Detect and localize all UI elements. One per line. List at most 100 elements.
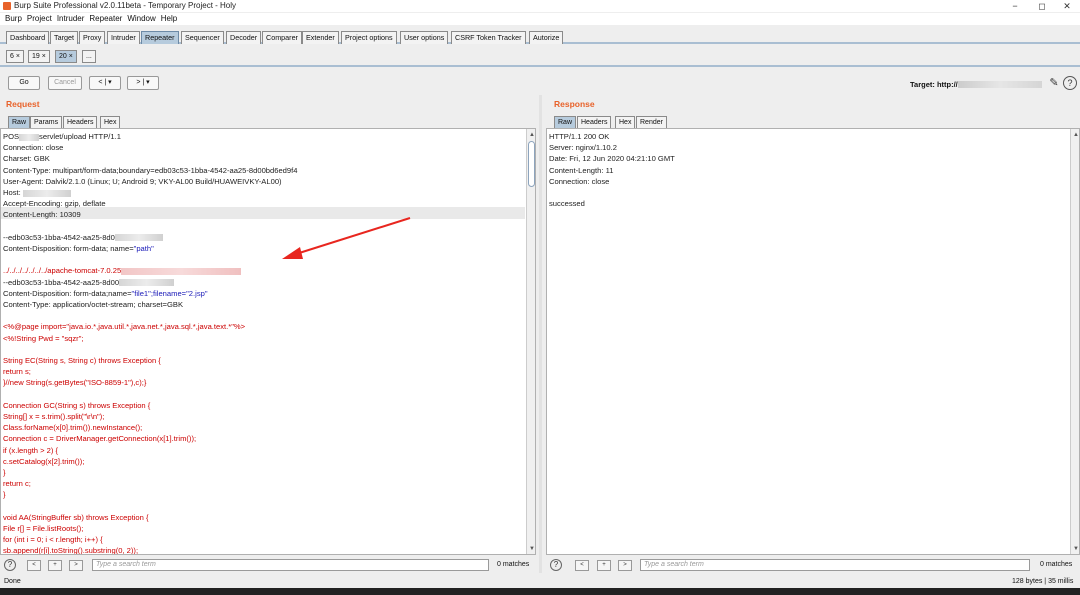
- request-editor[interactable]: POS servlet/upload HTTP/1.1 Connection: cl…: [0, 128, 536, 555]
- tab-decoder[interactable]: Decoder: [226, 31, 262, 44]
- request-line-text: Class.forName(x[0].trim()).newInstance()…: [3, 423, 143, 433]
- request-line-text: return s;: [3, 367, 31, 377]
- repeater-tab-6[interactable]: 6 ×: [6, 50, 24, 63]
- response-search-next-button[interactable]: >: [618, 560, 632, 571]
- request-line: }//new String(s.getBytes("ISO-8859-1"),c…: [3, 377, 146, 388]
- request-line: Connection: close: [3, 142, 63, 153]
- request-search-help-icon[interactable]: ?: [4, 559, 16, 571]
- request-line: return s;: [3, 366, 31, 377]
- cancel-button[interactable]: Cancel: [48, 76, 82, 90]
- request-tab-raw[interactable]: Raw: [8, 116, 31, 128]
- forward-button[interactable]: > | ▾: [127, 76, 159, 90]
- request-line: Host:: [3, 187, 71, 198]
- response-editor[interactable]: HTTP/1.1 200 OK Server: nginx/1.10.2 Date:…: [546, 128, 1080, 555]
- request-tab-headers[interactable]: Headers: [63, 116, 98, 128]
- request-line: File r[] = File.listRoots();: [3, 523, 83, 534]
- request-line: c.setCatalog(x[2].trim());: [3, 456, 84, 467]
- request-line: }: [3, 489, 6, 500]
- tab-intruder[interactable]: Intruder: [107, 31, 140, 44]
- request-match-count: 0 matches: [497, 561, 530, 568]
- tab-target[interactable]: Target: [50, 31, 78, 44]
- request-tab-params[interactable]: Params: [30, 116, 63, 128]
- repeater-tab-20[interactable]: 20 ×: [55, 50, 77, 63]
- request-line-text: Charset: GBK: [3, 154, 50, 164]
- maximize-button[interactable]: ◻: [1030, 0, 1054, 12]
- scroll-down-icon[interactable]: ▼: [1071, 545, 1079, 553]
- request-line-text: POS: [3, 132, 20, 141]
- request-line-text: return c;: [3, 479, 31, 489]
- menu-burp[interactable]: Burp: [5, 13, 22, 25]
- request-search-prev-button[interactable]: <: [27, 560, 41, 571]
- target-label: Target: http://: [910, 80, 958, 89]
- menu-project[interactable]: Project: [27, 13, 52, 25]
- scroll-up-icon[interactable]: ▲: [1071, 131, 1079, 139]
- response-tab-headers[interactable]: Headers: [577, 116, 612, 128]
- menu-window[interactable]: Window: [127, 13, 155, 25]
- minimize-button[interactable]: −: [1003, 0, 1027, 12]
- tab-csrf-token-tracker[interactable]: CSRF Token Tracker: [451, 31, 526, 44]
- tab-proxy[interactable]: Proxy: [79, 31, 106, 44]
- response-stats: 128 bytes | 35 millis: [1012, 578, 1074, 585]
- request-line: sb.append(r[i].toString().substring(0, 2…: [3, 545, 139, 555]
- new-tab-button[interactable]: ...: [82, 50, 96, 63]
- go-button[interactable]: Go: [8, 76, 40, 90]
- tab-divider: [0, 65, 1080, 67]
- menu-intruder[interactable]: Intruder: [57, 13, 85, 25]
- response-search-input[interactable]: Type a search term: [640, 559, 1030, 571]
- scroll-thumb[interactable]: [528, 141, 535, 187]
- tab-repeater[interactable]: Repeater: [141, 31, 179, 44]
- request-search-add-button[interactable]: +: [48, 560, 62, 571]
- request-line-text: Content-Disposition: form-data;name=: [3, 288, 132, 298]
- redacted-value: [114, 234, 163, 242]
- response-search-prev-button[interactable]: <: [575, 560, 589, 571]
- request-line-text: if (x.length > 2) {: [3, 445, 59, 455]
- response-title: Response: [554, 99, 595, 109]
- menu-help[interactable]: Help: [161, 13, 177, 25]
- request-search-input[interactable]: Type a search term: [92, 559, 489, 571]
- request-line-text: ../../../../../../../apache-tomcat-7.0.2…: [3, 266, 122, 276]
- tab-autorize[interactable]: Autorize: [529, 31, 564, 44]
- tab-user-options[interactable]: User options: [400, 31, 449, 44]
- request-line: <%!String Pwd = "sqzr";: [3, 333, 84, 344]
- close-button[interactable]: ✕: [1055, 0, 1079, 12]
- request-line: void AA(StringBuffer sb) throws Exceptio…: [3, 512, 148, 523]
- request-line: Class.forName(x[0].trim()).newInstance()…: [3, 422, 142, 433]
- scroll-up-icon[interactable]: ▲: [527, 131, 535, 139]
- redacted-value: [19, 133, 40, 141]
- repeater-tab-19[interactable]: 19 ×: [28, 50, 50, 63]
- response-tab-hex[interactable]: Hex: [615, 116, 636, 128]
- request-line-text: void AA(StringBuffer sb) throws Exceptio…: [3, 512, 149, 522]
- request-line: --edb03c53-1bba-4542-aa25-8d00: [3, 277, 175, 288]
- request-line: Accept-Encoding: gzip, deflate: [3, 198, 106, 209]
- response-scrollbar[interactable]: ▲ ▼: [1070, 129, 1079, 554]
- request-scrollbar[interactable]: ▲ ▼: [526, 129, 535, 554]
- request-line-text: Content-Length: 10309: [3, 210, 81, 220]
- response-tab-raw[interactable]: Raw: [554, 116, 577, 128]
- pencil-icon[interactable]: ✎: [1047, 76, 1061, 90]
- response-line: Content-Length: 11: [549, 165, 614, 175]
- request-line: Content-Disposition: form-data;name="fil…: [3, 288, 208, 299]
- help-icon[interactable]: ?: [1063, 76, 1077, 90]
- response-line: Date: Fri, 12 Jun 2020 04:21:10 GMT: [549, 154, 675, 164]
- request-line: User-Agent: Dalvik/2.1.0 (Linux; U; Andr…: [3, 176, 282, 187]
- menu-repeater[interactable]: Repeater: [89, 13, 122, 25]
- request-line-text: }: [3, 490, 6, 500]
- response-search-add-button[interactable]: +: [597, 560, 611, 571]
- tab-sequencer[interactable]: Sequencer: [181, 31, 224, 44]
- scroll-down-icon[interactable]: ▼: [527, 545, 535, 553]
- request-line-text: Content-Type: application/octet-stream; …: [3, 300, 184, 309]
- tab-project-options[interactable]: Project options: [341, 31, 397, 44]
- response-search-help-icon[interactable]: ?: [550, 559, 562, 571]
- response-line: HTTP/1.1 200 OK: [549, 132, 610, 141]
- window-title: Burp Suite Professional v2.0.11beta - Te…: [14, 1, 237, 10]
- request-line-text: String EC(String s, String c) throws Exc…: [3, 356, 161, 365]
- request-search-next-button[interactable]: >: [69, 560, 83, 571]
- back-button[interactable]: < | ▾: [89, 76, 121, 90]
- tab-comparer[interactable]: Comparer: [262, 31, 302, 44]
- tab-extender[interactable]: Extender: [302, 31, 339, 44]
- tab-dashboard[interactable]: Dashboard: [6, 31, 50, 44]
- request-line-text: sb.append(r[i].toString().substring(0, 2…: [3, 546, 139, 555]
- request-tab-hex[interactable]: Hex: [100, 116, 121, 128]
- response-tab-render[interactable]: Render: [636, 116, 667, 128]
- pane-splitter[interactable]: [539, 95, 542, 573]
